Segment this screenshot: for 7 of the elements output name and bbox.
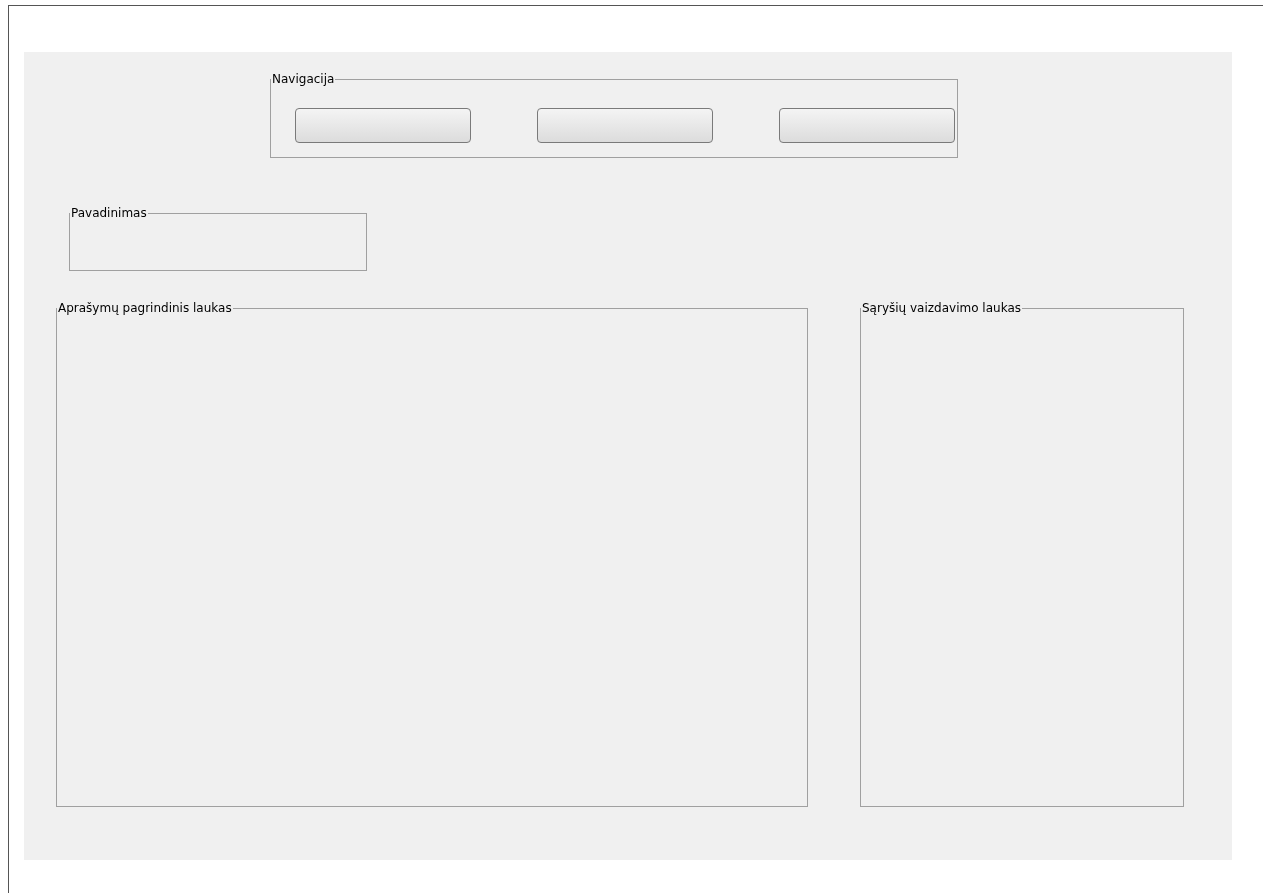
group-title: Sąryšių vaizdavimo laukas	[861, 301, 1022, 315]
group-title: Aprašymų pagrindinis laukas	[57, 301, 233, 315]
nav-button[interactable]	[779, 108, 955, 143]
nav-button[interactable]	[537, 108, 713, 143]
nav-button[interactable]	[295, 108, 471, 143]
group-title: Pavadinimas	[70, 206, 148, 220]
group-title: Navigacija	[271, 72, 336, 86]
